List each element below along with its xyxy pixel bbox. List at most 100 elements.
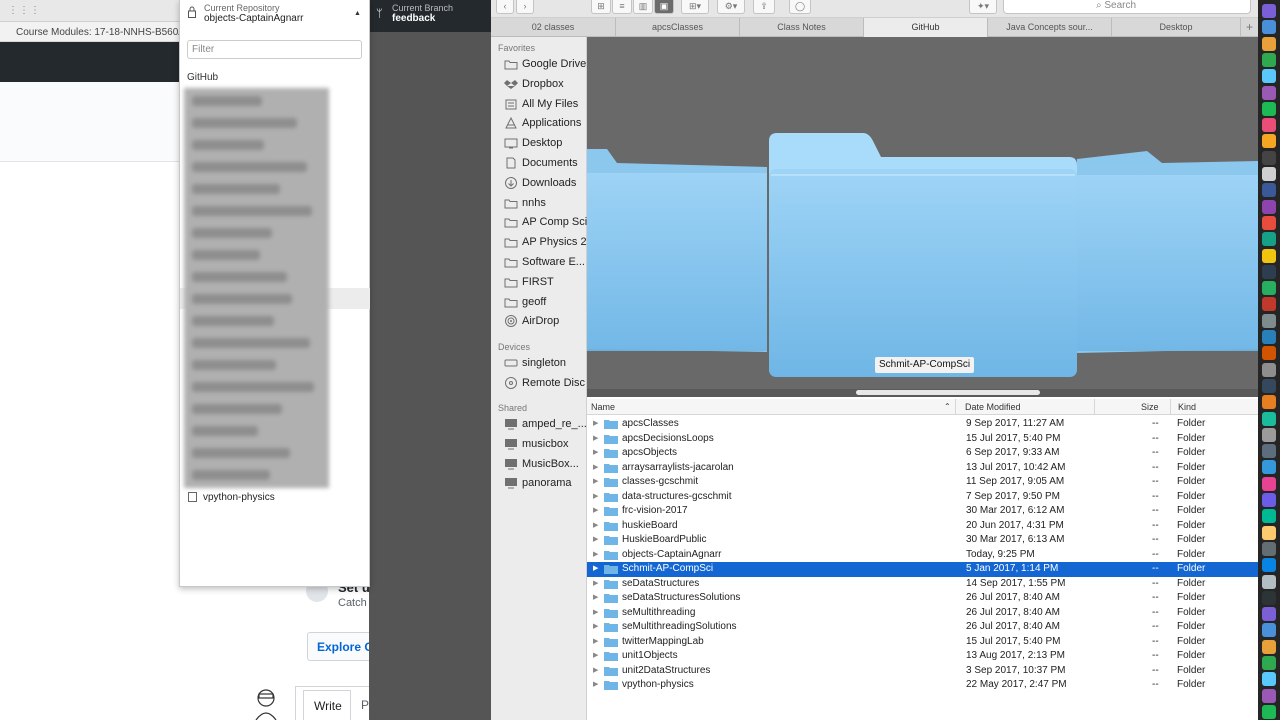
blurred-repository-list[interactable] <box>184 88 329 488</box>
dock-app-icon[interactable] <box>1262 183 1276 198</box>
dock-app-icon[interactable] <box>1262 558 1276 573</box>
dock-app-icon[interactable] <box>1262 509 1276 524</box>
disclosure-triangle-icon[interactable]: ▶ <box>593 535 598 543</box>
disclosure-triangle-icon[interactable]: ▶ <box>593 521 598 529</box>
disclosure-triangle-icon[interactable]: ▶ <box>593 666 598 674</box>
add-tab-button[interactable]: + <box>1241 18 1258 37</box>
dock-app-icon[interactable] <box>1262 281 1276 296</box>
dock-app-icon[interactable] <box>1262 395 1276 410</box>
search-field[interactable]: ⌕ Search <box>1003 0 1251 14</box>
sidebar-item[interactable]: Documents <box>491 154 586 173</box>
dock-app-icon[interactable] <box>1262 476 1276 491</box>
dock-app-icon[interactable] <box>1262 460 1276 475</box>
disclosure-triangle-icon[interactable]: ▶ <box>593 579 598 587</box>
disclosure-triangle-icon[interactable]: ▶ <box>593 434 598 442</box>
sidebar-item[interactable]: Downloads <box>491 174 586 193</box>
sidebar-item[interactable]: Google Drive <box>491 55 586 74</box>
sidebar-item[interactable]: musicbox <box>491 435 586 454</box>
sidebar-item[interactable]: FIRST <box>491 273 586 292</box>
disclosure-triangle-icon[interactable]: ▶ <box>593 492 598 500</box>
dock-app-icon[interactable] <box>1262 639 1276 654</box>
sidebar-item[interactable]: nnhs <box>491 194 586 213</box>
name-column-header[interactable]: Name <box>591 402 615 412</box>
dock-app-icon[interactable] <box>1262 704 1276 719</box>
file-row[interactable]: ▶ frc-vision-2017 30 Mar 2017, 6:12 AM -- Fo… <box>587 504 1258 519</box>
sidebar-item[interactable]: MusicBox... <box>491 455 586 474</box>
disclosure-triangle-icon[interactable]: ▶ <box>593 477 598 485</box>
file-row[interactable]: ▶ seDataStructuresSolutions 26 Jul 2017, 8… <box>587 591 1258 606</box>
file-row[interactable]: ▶ classes-gcschmit 11 Sep 2017, 9:05 AM -- F… <box>587 475 1258 490</box>
dock-app-icon[interactable] <box>1262 444 1276 459</box>
sidebar-item[interactable]: Applications <box>491 114 586 133</box>
sidebar-item[interactable]: Software E... <box>491 253 586 272</box>
current-repository-label[interactable]: Current Repository <box>204 3 280 13</box>
dock-app-icon[interactable] <box>1262 36 1276 51</box>
current-repository-value[interactable]: objects-CaptainAgnarr <box>204 13 304 24</box>
dock-app-icon[interactable] <box>1262 69 1276 84</box>
tags-button[interactable]: ◯ <box>789 0 811 14</box>
file-row[interactable]: ▶ arraysarraylists-jacarolan 13 Jul 2017, … <box>587 461 1258 476</box>
sidebar-item[interactable]: panorama <box>491 474 586 493</box>
disclosure-triangle-icon[interactable]: ▶ <box>593 651 598 659</box>
disclosure-triangle-icon[interactable]: ▶ <box>593 448 598 456</box>
file-row[interactable]: ▶ objects-CaptainAgnarr Today, 9:25 PM -- Fo… <box>587 548 1258 563</box>
sidebar-item[interactable]: AP Comp Sci <box>491 213 587 232</box>
dock-app-icon[interactable] <box>1262 525 1276 540</box>
finder-tab[interactable]: Class Notes <box>740 18 864 37</box>
file-row[interactable]: ▶ twitterMappingLab 15 Jul 2017, 5:40 PM --… <box>587 635 1258 650</box>
disclosure-triangle-icon[interactable]: ▶ <box>593 680 598 688</box>
dock-app-icon[interactable] <box>1262 378 1276 393</box>
dock-app-icon[interactable] <box>1262 248 1276 263</box>
disclosure-triangle-icon[interactable]: ▶ <box>593 593 598 601</box>
dock-app-icon[interactable] <box>1262 656 1276 670</box>
dock-app-icon[interactable] <box>1262 232 1276 247</box>
scroll-thumb[interactable] <box>856 390 1040 395</box>
dock-app-icon[interactable] <box>1262 607 1276 622</box>
sidebar-item[interactable]: AirDrop <box>491 312 586 331</box>
disclosure-triangle-icon[interactable]: ▶ <box>593 506 598 514</box>
finder-tab[interactable]: apcsClasses <box>616 18 740 37</box>
disclosure-triangle-icon[interactable]: ▶ <box>593 608 598 616</box>
dock-app-icon[interactable] <box>1262 85 1276 100</box>
cover-flow-view-button[interactable]: ▣ <box>654 0 674 14</box>
dock-app-icon[interactable] <box>1262 52 1276 67</box>
caret-up-icon[interactable]: ▲ <box>354 10 361 17</box>
file-row[interactable]: ▶ seDataStructures 14 Sep 2017, 1:55 PM -- F… <box>587 577 1258 592</box>
file-row[interactable]: ▶ apcsClasses 9 Sep 2017, 11:27 AM -- Folder <box>587 417 1258 432</box>
sidebar-item[interactable]: Desktop <box>491 134 586 153</box>
dock-app-icon[interactable] <box>1262 623 1276 638</box>
dock-app-icon[interactable] <box>1262 574 1276 589</box>
finder-tab[interactable]: Java Concepts sour... <box>988 18 1112 37</box>
dock-app-icon[interactable] <box>1262 346 1276 361</box>
dock-app-icon[interactable] <box>1262 101 1276 116</box>
dock-app-icon[interactable] <box>1262 493 1276 507</box>
sidebar-item[interactable]: singleton <box>491 354 586 373</box>
sidebar-item[interactable]: AP Physics 2 <box>491 233 587 252</box>
finder-tab-active[interactable]: GitHub <box>864 18 988 37</box>
dock-app-icon[interactable] <box>1262 688 1276 703</box>
file-row[interactable]: ▶ data-structures-gcschmit 7 Sep 2017, 9:5… <box>587 490 1258 505</box>
dock-app-icon[interactable] <box>1262 199 1276 214</box>
dock-app-icon[interactable] <box>1262 541 1276 556</box>
disclosure-triangle-icon[interactable]: ▶ <box>593 463 598 471</box>
disclosure-triangle-icon[interactable]: ▶ <box>593 419 598 427</box>
file-row[interactable]: ▶ seMultithreadingSolutions 26 Jul 2017, 8… <box>587 620 1258 635</box>
disclosure-triangle-icon[interactable]: ▶ <box>593 637 598 645</box>
sidebar-item[interactable]: geoff <box>491 293 586 312</box>
file-row[interactable]: ▶ Schmit-AP-CompSci 5 Jan 2017, 1:14 PM -- F… <box>587 562 1258 577</box>
size-column-header[interactable]: Size <box>1141 402 1159 412</box>
finder-tab[interactable]: 02 classes <box>491 18 616 37</box>
dock-app-icon[interactable] <box>1262 672 1276 687</box>
sidebar-item[interactable]: Dropbox <box>491 75 586 94</box>
date-column-header[interactable]: Date Modified <box>965 402 1021 412</box>
list-view-button[interactable]: ≡ <box>612 0 632 14</box>
file-row[interactable]: ▶ vpython-physics 22 May 2017, 2:47 PM -- Fo… <box>587 678 1258 693</box>
column-view-button[interactable]: ▥ <box>633 0 653 14</box>
write-tab[interactable]: Write <box>303 690 351 720</box>
sidebar-item[interactable]: All My Files <box>491 95 586 114</box>
arrange-button[interactable]: ⊞▾ <box>681 0 709 14</box>
dock-app-icon[interactable] <box>1262 20 1276 35</box>
file-row[interactable]: ▶ seMultithreading 26 Jul 2017, 8:40 AM -- F… <box>587 606 1258 621</box>
dock-app-icon[interactable] <box>1262 167 1276 181</box>
disclosure-triangle-icon[interactable]: ▶ <box>593 622 598 630</box>
